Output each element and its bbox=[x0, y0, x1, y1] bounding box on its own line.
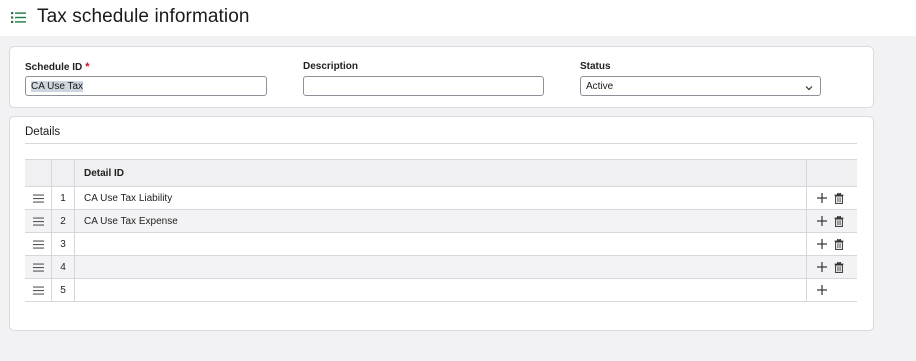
row-number: 3 bbox=[52, 233, 75, 255]
chevron-down-icon bbox=[805, 86, 813, 91]
add-row-icon[interactable] bbox=[817, 239, 827, 249]
add-row-icon[interactable] bbox=[817, 216, 827, 226]
table-row: 4 bbox=[25, 256, 857, 279]
column-header-detail-id[interactable]: Detail ID bbox=[75, 160, 807, 186]
schedule-id-input[interactable]: CA Use Tax bbox=[25, 76, 267, 96]
drag-handle-icon[interactable] bbox=[32, 240, 44, 249]
status-label: Status bbox=[580, 61, 611, 72]
delete-row-icon[interactable] bbox=[834, 238, 844, 250]
description-label: Description bbox=[303, 61, 359, 72]
detail-id-cell[interactable] bbox=[75, 256, 807, 278]
detail-id-cell[interactable]: CA Use Tax Expense bbox=[75, 210, 807, 232]
add-row-icon[interactable] bbox=[817, 285, 827, 295]
details-card: Details Detail ID 1 CA Use Tax Liability bbox=[9, 116, 874, 331]
row-actions bbox=[807, 233, 857, 255]
add-row-icon[interactable] bbox=[817, 262, 827, 272]
page-title: Tax schedule information bbox=[37, 6, 250, 27]
row-number: 5 bbox=[52, 279, 75, 301]
divider bbox=[25, 143, 857, 144]
drag-handle-icon[interactable] bbox=[32, 217, 44, 226]
row-number: 4 bbox=[52, 256, 75, 278]
add-row-icon[interactable] bbox=[817, 193, 827, 203]
delete-row-icon[interactable] bbox=[834, 192, 844, 204]
top-bar: Tax schedule information bbox=[0, 0, 916, 36]
detail-id-cell[interactable]: CA Use Tax Liability bbox=[75, 187, 807, 209]
header-card: Schedule ID * CA Use Tax Description Stat… bbox=[9, 46, 874, 108]
table-row: 3 bbox=[25, 233, 857, 256]
row-number: 1 bbox=[52, 187, 75, 209]
status-value: Active bbox=[586, 81, 614, 92]
status-select[interactable]: Active bbox=[580, 76, 821, 96]
delete-row-icon[interactable] bbox=[834, 215, 844, 227]
detail-id-cell[interactable] bbox=[75, 279, 807, 301]
grid-header-row: Detail ID bbox=[25, 159, 857, 187]
row-actions bbox=[807, 256, 857, 278]
list-icon[interactable] bbox=[11, 11, 26, 24]
detail-id-cell[interactable] bbox=[75, 233, 807, 255]
required-mark: * bbox=[85, 61, 90, 73]
details-grid: Detail ID 1 CA Use Tax Liability 2 CA Us… bbox=[25, 159, 857, 302]
schedule-id-label: Schedule ID * bbox=[25, 61, 90, 73]
table-row: 5 bbox=[25, 279, 857, 302]
row-actions bbox=[807, 187, 857, 209]
drag-handle-icon[interactable] bbox=[32, 263, 44, 272]
description-input[interactable] bbox=[303, 76, 544, 96]
drag-handle-icon[interactable] bbox=[32, 286, 44, 295]
drag-handle-icon[interactable] bbox=[32, 194, 44, 203]
row-actions bbox=[807, 279, 857, 301]
row-actions bbox=[807, 210, 857, 232]
table-row: 1 CA Use Tax Liability bbox=[25, 187, 857, 210]
table-row: 2 CA Use Tax Expense bbox=[25, 210, 857, 233]
delete-row-icon[interactable] bbox=[834, 261, 844, 273]
schedule-id-value: CA Use Tax bbox=[31, 81, 84, 92]
details-title: Details bbox=[25, 126, 61, 138]
row-number: 2 bbox=[52, 210, 75, 232]
